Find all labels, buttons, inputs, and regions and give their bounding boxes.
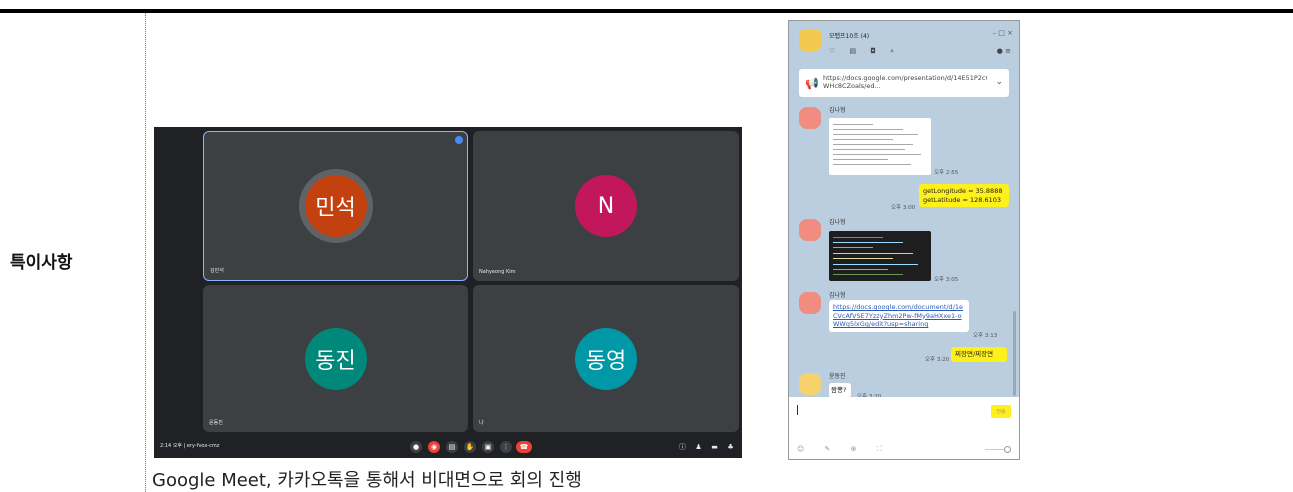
participant-tile-2: N Nahyeong Kim [473,131,739,281]
table-top-border [0,9,1293,13]
more-options-icon[interactable]: ⋮ [500,441,512,453]
participant-tile-1: 민석 김민석 [203,131,468,281]
chat-title: 모펩프10조 (4) [829,33,870,40]
speaking-indicator-icon [455,136,463,144]
kakaotalk-chat-window: 모펩프10조 (4) – □ × ♡ ▤ ◘ ⌕ ● ≡ 📢 https://d… [788,20,1020,460]
message-time: 오후 2:55 [934,170,959,176]
participant-avatar-3: 동진 [304,327,367,390]
message-time: 오후 3:05 [934,277,959,283]
notice-banner[interactable]: 📢 https://docs.google.com/presentation/d… [799,69,1009,97]
text-caret [797,405,798,415]
participant-name-1: 김민석 [210,268,224,274]
message-bubble: 찌장면/찌장면 [951,347,1007,362]
chevron-down-icon[interactable]: ⌄ [995,77,1003,87]
scrollbar[interactable] [1013,311,1016,396]
message-time: 오후 3:00 [891,205,916,211]
slider-knob[interactable] [1004,446,1011,453]
send-button[interactable]: 전송 [991,405,1011,418]
group-profile-icon [799,29,821,51]
participant-avatar-4: 동영 [575,327,637,390]
menu-icon[interactable]: ● ≡ [997,47,1011,55]
participant-name-2: Nahyeong Kim [479,269,516,275]
header-toolbar-icons[interactable]: ♡ ▤ ◘ ⌕ [829,47,900,56]
message-time: 오후 3:20 [925,357,950,363]
chat-icon[interactable]: ▬ [710,442,719,451]
avatar [799,219,821,241]
message-time: 오후 3:13 [973,333,998,339]
message-input[interactable]: 전송 [789,397,1019,441]
shared-document-image[interactable] [829,118,931,175]
activities-icon[interactable]: ♣ [726,442,735,451]
megaphone-icon: 📢 [805,77,819,90]
leave-call-icon[interactable]: ☎ [516,441,532,453]
sender-name: 김나형 [829,219,846,226]
toolbar-icons[interactable]: ☺ ✎ ⊕ ⛶ [797,445,891,454]
participant-avatar-1: 민석 [304,175,367,237]
meeting-info: 2:14 오후 | ery-fvox-cmz [160,443,220,449]
notice-text: https://docs.google.com/presentation/d/1… [823,74,987,90]
sender-name: 윤동진 [829,373,846,380]
raise-hand-icon[interactable]: ✋ [464,441,476,453]
shared-code-image[interactable] [829,231,931,281]
message-bubble: getLongitude = 35.8888 getLatitude = 128… [919,184,1009,207]
people-icon[interactable]: ♟ [694,442,703,451]
participant-tile-4: 동영 나 [473,285,739,432]
participant-tile-3: 동진 윤동진 [203,285,468,432]
sender-name: 김나형 [829,107,846,114]
table-column-divider [145,13,146,492]
chat-header: 모펩프10조 (4) – □ × ♡ ▤ ◘ ⌕ ● ≡ [789,21,1019,69]
mic-icon[interactable]: ● [410,441,422,453]
sender-name: 김나형 [829,292,846,299]
row-label: 특이사항 [10,253,73,273]
info-icon[interactable]: ⓘ [678,442,687,451]
image-caption: Google Meet, 카카오톡을 통해서 비대면으로 회의 진행 [152,470,582,491]
link-message[interactable]: https://docs.google.com/document/d/1eCVc… [829,300,969,332]
participant-avatar-2: N [575,175,637,237]
camera-off-icon[interactable]: ◉ [428,441,440,453]
message-bubble: 짬뽕? [829,383,851,398]
avatar [799,292,821,314]
google-meet-screenshot: 민석 김민석 N Nahyeong Kim 동진 윤동진 동영 나 2:14 오… [154,127,742,458]
present-icon[interactable]: ▣ [482,441,494,453]
participant-name-4: 나 [479,420,484,426]
meet-control-bar: 2:14 오후 | ery-fvox-cmz ● ◉ ▤ ✋ ▣ ⋮ ☎ ⓘ ♟… [154,436,742,458]
captions-icon[interactable]: ▤ [446,441,458,453]
shared-link[interactable]: https://docs.google.com/document/d/1eCVc… [833,303,963,328]
participant-name-3: 윤동진 [209,420,223,426]
avatar [799,107,821,129]
window-controls[interactable]: – □ × [993,29,1013,37]
input-toolbar: ☺ ✎ ⊕ ⛶ [789,441,1019,459]
avatar [799,373,821,395]
